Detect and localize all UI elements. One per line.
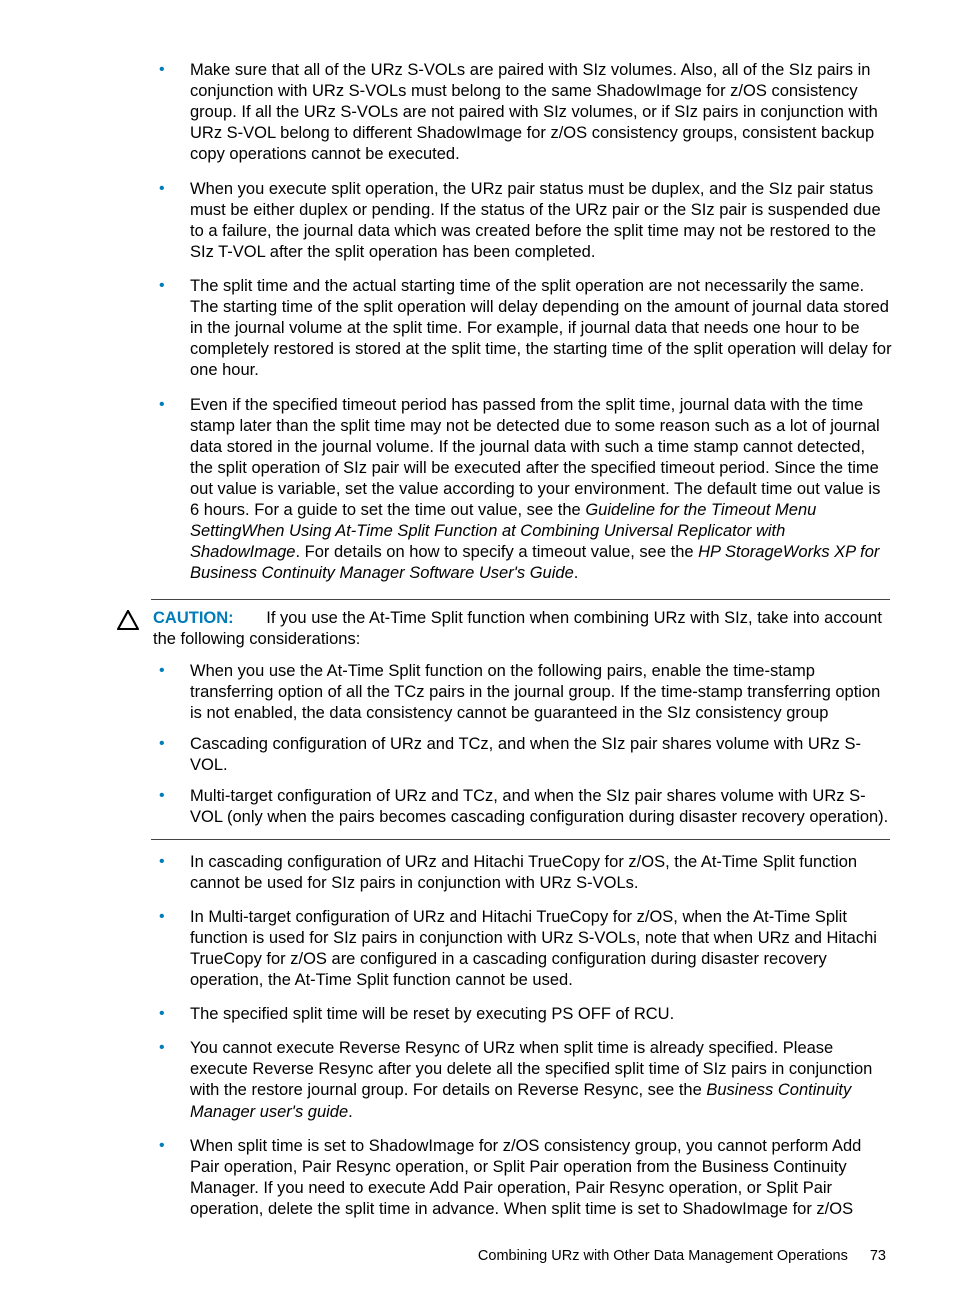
list-item: Multi-target configuration of URz and TC… [153, 786, 892, 828]
list-item: In cascading configuration of URz and Hi… [153, 852, 892, 894]
page-number: 73 [870, 1248, 886, 1264]
list-item: Even if the specified timeout period has… [153, 395, 892, 585]
caution-intro: CAUTION: If you use the At-Time Split fu… [153, 608, 892, 650]
list-item: When split time is set to ShadowImage fo… [153, 1136, 892, 1220]
footer-label: Combining URz with Other Data Management… [478, 1248, 848, 1264]
caution-bullet-list: When you use the At-Time Split function … [153, 661, 892, 829]
list-item: Cascading configuration of URz and TCz, … [153, 734, 892, 776]
list-item: Make sure that all of the URz S-VOLs are… [153, 60, 892, 166]
list-item: You cannot execute Reverse Resync of URz… [153, 1038, 892, 1122]
divider [151, 599, 890, 600]
list-item: When you execute split operation, the UR… [153, 179, 892, 263]
list-item: When you use the At-Time Split function … [153, 661, 892, 724]
list-item: The specified split time will be reset b… [153, 1004, 892, 1025]
page-footer: Combining URz with Other Data Management… [115, 1248, 892, 1264]
list-item: The split time and the actual starting t… [153, 276, 892, 382]
caution-block: CAUTION: If you use the At-Time Split fu… [153, 599, 892, 840]
bottom-bullet-list: In cascading configuration of URz and Hi… [153, 852, 892, 1221]
list-item: In Multi-target configuration of URz and… [153, 907, 892, 991]
warning-icon [117, 610, 139, 630]
caution-label: CAUTION: [153, 609, 234, 627]
divider [151, 839, 890, 840]
top-bullet-list: Make sure that all of the URz S-VOLs are… [153, 60, 892, 585]
document-page: Make sure that all of the URz S-VOLs are… [0, 0, 954, 1304]
